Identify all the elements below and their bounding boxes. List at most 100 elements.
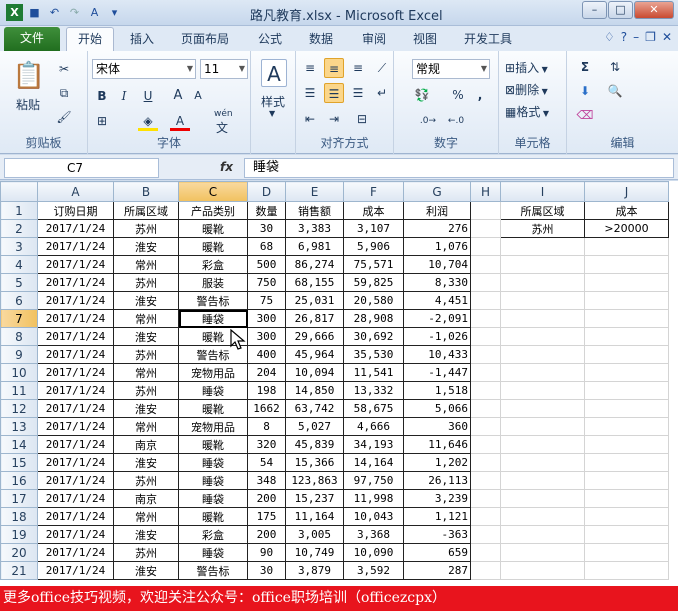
- data-cell[interactable]: 常州: [113, 507, 179, 526]
- cell[interactable]: [470, 489, 501, 508]
- data-cell[interactable]: 2017/1/24: [37, 435, 114, 454]
- data-cell[interactable]: 500: [247, 255, 286, 274]
- data-cell[interactable]: 2017/1/24: [37, 327, 114, 346]
- data-cell[interactable]: 1,202: [403, 453, 471, 472]
- tab-formulas[interactable]: 公式: [258, 30, 282, 47]
- cell[interactable]: [470, 561, 501, 580]
- styles-icon[interactable]: A: [261, 59, 287, 87]
- copy-icon[interactable]: ⧉: [54, 83, 74, 103]
- data-cell[interactable]: 26,113: [403, 471, 471, 490]
- cut-icon[interactable]: ✂: [54, 59, 74, 79]
- cell[interactable]: [584, 291, 669, 310]
- data-cell[interactable]: 1,076: [403, 237, 471, 256]
- data-cell[interactable]: 3,368: [343, 525, 404, 544]
- row-header[interactable]: 7: [0, 309, 38, 328]
- data-cell[interactable]: 1,121: [403, 507, 471, 526]
- data-cell[interactable]: 常州: [113, 309, 179, 328]
- cell[interactable]: [500, 273, 585, 292]
- header-cell[interactable]: 销售额: [285, 201, 344, 220]
- cell[interactable]: [584, 309, 669, 328]
- cell[interactable]: [470, 471, 501, 490]
- data-cell[interactable]: 2017/1/24: [37, 561, 114, 580]
- data-cell[interactable]: 45,964: [285, 345, 344, 364]
- cell[interactable]: [500, 363, 585, 382]
- column-header-g[interactable]: G: [403, 181, 471, 202]
- format-painter-icon[interactable]: A: [86, 4, 103, 21]
- data-cell[interactable]: 2017/1/24: [37, 489, 114, 508]
- cell[interactable]: [584, 489, 669, 508]
- data-cell[interactable]: 300: [247, 327, 286, 346]
- tab-view[interactable]: 视图: [413, 30, 437, 47]
- data-cell[interactable]: -1,447: [403, 363, 471, 382]
- cell[interactable]: [584, 525, 669, 544]
- data-cell[interactable]: 淮安: [113, 291, 179, 310]
- styles-button[interactable]: 样式: [261, 93, 285, 110]
- cell[interactable]: [500, 525, 585, 544]
- data-cell[interactable]: -1,026: [403, 327, 471, 346]
- row-header[interactable]: 10: [0, 363, 38, 382]
- data-cell[interactable]: 90: [247, 543, 286, 562]
- data-cell[interactable]: 暖靴: [178, 219, 248, 238]
- row-header[interactable]: 15: [0, 453, 38, 472]
- column-header-f[interactable]: F: [343, 181, 404, 202]
- column-header-i[interactable]: I: [500, 181, 585, 202]
- row-header[interactable]: 14: [0, 435, 38, 454]
- data-cell[interactable]: 11,164: [285, 507, 344, 526]
- data-cell[interactable]: 2017/1/24: [37, 417, 114, 436]
- row-header[interactable]: 5: [0, 273, 38, 292]
- data-cell[interactable]: 警告标: [178, 291, 248, 310]
- data-cell[interactable]: 宠物用品: [178, 363, 248, 382]
- data-cell[interactable]: 204: [247, 363, 286, 382]
- data-cell[interactable]: 2017/1/24: [37, 255, 114, 274]
- spreadsheet-grid[interactable]: A B C D E F G H I J 1 订购日期 所属区域 产品类别 数量 销售额 成本 利润 所属区域 成本 2 2…: [0, 181, 678, 586]
- cell[interactable]: [584, 471, 669, 490]
- header-cell[interactable]: 成本: [343, 201, 404, 220]
- window-restore-icon[interactable]: ❐: [645, 30, 656, 44]
- insert-cells-button[interactable]: ⊞插入 ▼: [505, 59, 548, 76]
- cell[interactable]: [584, 363, 669, 382]
- data-cell[interactable]: 68,155: [285, 273, 344, 292]
- row-header[interactable]: 9: [0, 345, 38, 364]
- data-cell[interactable]: 常州: [113, 417, 179, 436]
- paste-button[interactable]: 粘贴: [16, 96, 40, 113]
- data-cell[interactable]: 1662: [247, 399, 286, 418]
- row-header[interactable]: 4: [0, 255, 38, 274]
- row-header[interactable]: 19: [0, 525, 38, 544]
- font-name-select[interactable]: 宋体 ▼: [92, 59, 196, 79]
- data-cell[interactable]: 2017/1/24: [37, 273, 114, 292]
- cell[interactable]: [470, 309, 501, 328]
- data-cell[interactable]: 200: [247, 489, 286, 508]
- column-header-c[interactable]: C: [178, 181, 248, 202]
- cell[interactable]: [584, 345, 669, 364]
- row-header[interactable]: 3: [0, 237, 38, 256]
- row-header[interactable]: 13: [0, 417, 38, 436]
- border-icon[interactable]: ⊞: [92, 111, 112, 131]
- header-cell[interactable]: 所属区域: [113, 201, 179, 220]
- data-cell[interactable]: 4,451: [403, 291, 471, 310]
- cell[interactable]: [470, 399, 501, 418]
- cell[interactable]: [584, 381, 669, 400]
- row-header[interactable]: 12: [0, 399, 38, 418]
- tab-insert[interactable]: 插入: [130, 30, 154, 47]
- cell[interactable]: [470, 507, 501, 526]
- active-cell[interactable]: 睡袋: [178, 309, 248, 328]
- data-cell[interactable]: 34,193: [343, 435, 404, 454]
- shrink-font-icon[interactable]: A: [188, 86, 208, 106]
- data-cell[interactable]: 暖靴: [178, 507, 248, 526]
- cell[interactable]: [470, 417, 501, 436]
- data-cell[interactable]: 400: [247, 345, 286, 364]
- data-cell[interactable]: 南京: [113, 489, 179, 508]
- window-minimize-icon[interactable]: –: [633, 30, 639, 44]
- cell[interactable]: [500, 291, 585, 310]
- data-cell[interactable]: 彩盒: [178, 255, 248, 274]
- column-header-h[interactable]: H: [470, 181, 501, 202]
- cell[interactable]: [500, 237, 585, 256]
- criteria-header-cell[interactable]: 所属区域: [500, 201, 585, 220]
- data-cell[interactable]: 2017/1/24: [37, 363, 114, 382]
- data-cell[interactable]: 苏州: [113, 345, 179, 364]
- align-bottom-icon[interactable]: ≡: [348, 58, 368, 78]
- criteria-value-cell[interactable]: >20000: [584, 219, 669, 238]
- align-right-icon[interactable]: ☰: [348, 83, 368, 103]
- data-cell[interactable]: 2017/1/24: [37, 453, 114, 472]
- data-cell[interactable]: 10,704: [403, 255, 471, 274]
